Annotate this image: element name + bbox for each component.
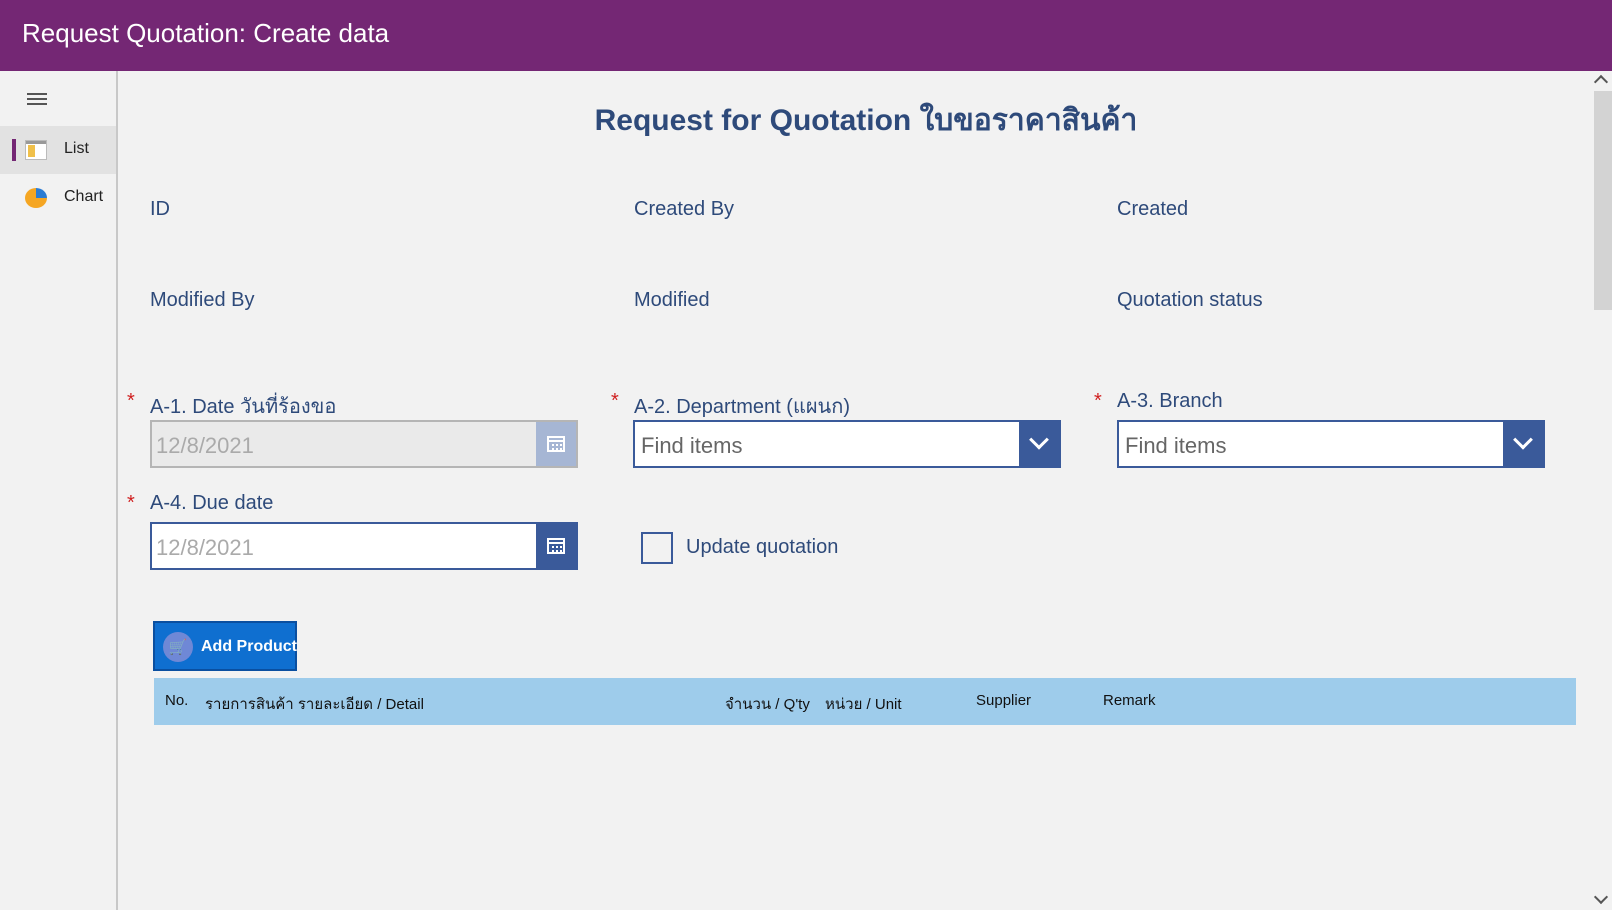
date-value: 12/8/2021	[156, 433, 254, 458]
chevron-down-icon[interactable]	[1019, 422, 1059, 466]
list-icon	[25, 140, 47, 160]
branch-combobox[interactable]: Find items	[1117, 420, 1545, 468]
department-label: A-2. Department (แผนก)	[634, 396, 850, 418]
created-by-label: Created By	[634, 198, 735, 220]
app-header: Request Quotation: Create data	[0, 0, 1612, 71]
id-label: ID	[150, 198, 170, 220]
due-date-value: 12/8/2021	[156, 535, 254, 560]
column-header-unit: หน่วย / Unit	[825, 696, 902, 713]
sidebar-item-label: List	[64, 140, 89, 157]
sidebar-item-chart[interactable]: Chart	[0, 174, 116, 222]
vertical-scrollbar[interactable]	[1592, 71, 1612, 910]
required-marker: *	[127, 390, 135, 412]
required-marker: *	[611, 390, 619, 412]
scroll-up-icon[interactable]	[1593, 74, 1609, 90]
chart-icon	[25, 188, 47, 208]
required-marker: *	[1094, 390, 1102, 412]
department-placeholder: Find items	[641, 433, 743, 458]
date-field: 12/8/2021	[150, 420, 578, 468]
scrollbar-thumb[interactable]	[1594, 91, 1612, 310]
update-quotation-label: Update quotation	[686, 536, 839, 558]
update-quotation-checkbox[interactable]	[641, 532, 673, 564]
page-title: Request for Quotation ใบขอราคาสินค้า	[594, 104, 1138, 137]
add-product-button[interactable]: 🛒 Add Product	[153, 621, 297, 671]
column-header-remark: Remark	[1103, 692, 1156, 709]
cart-icon: 🛒	[163, 632, 193, 662]
modified-by-label: Modified By	[150, 289, 255, 311]
created-label: Created	[1117, 198, 1189, 220]
date-label: A-1. Date วันที่ร้องขอ	[150, 396, 337, 418]
column-header-detail: รายการสินค้า รายละเอียด / Detail	[205, 696, 424, 713]
column-header-no: No.	[165, 692, 189, 709]
column-header-qty: จำนวน / Q'ty	[725, 696, 810, 713]
add-product-label: Add Product	[201, 638, 297, 655]
sidebar: List Chart	[0, 71, 118, 910]
app-title: Request Quotation: Create data	[22, 18, 390, 48]
calendar-icon[interactable]	[536, 524, 576, 568]
sidebar-item-label: Chart	[64, 188, 104, 205]
hamburger-menu-icon[interactable]	[27, 93, 47, 107]
due-date-label: A-4. Due date	[150, 492, 274, 514]
chevron-down-icon[interactable]	[1503, 422, 1543, 466]
product-grid-header: No. รายการสินค้า รายละเอียด / Detail จำน…	[154, 678, 1576, 725]
branch-placeholder: Find items	[1125, 433, 1227, 458]
column-header-supplier: Supplier	[976, 692, 1032, 709]
required-marker: *	[127, 492, 135, 514]
due-date-field[interactable]: 12/8/2021	[150, 522, 578, 570]
scroll-down-icon[interactable]	[1593, 889, 1609, 905]
form-main: Request for Quotation ใบขอราคาสินค้า ID …	[118, 71, 1592, 910]
sidebar-item-list[interactable]: List	[0, 126, 116, 174]
quotation-status-label: Quotation status	[1117, 289, 1263, 311]
calendar-icon	[536, 422, 576, 466]
modified-label: Modified	[634, 289, 710, 311]
department-combobox[interactable]: Find items	[633, 420, 1061, 468]
branch-label: A-3. Branch	[1117, 390, 1223, 412]
